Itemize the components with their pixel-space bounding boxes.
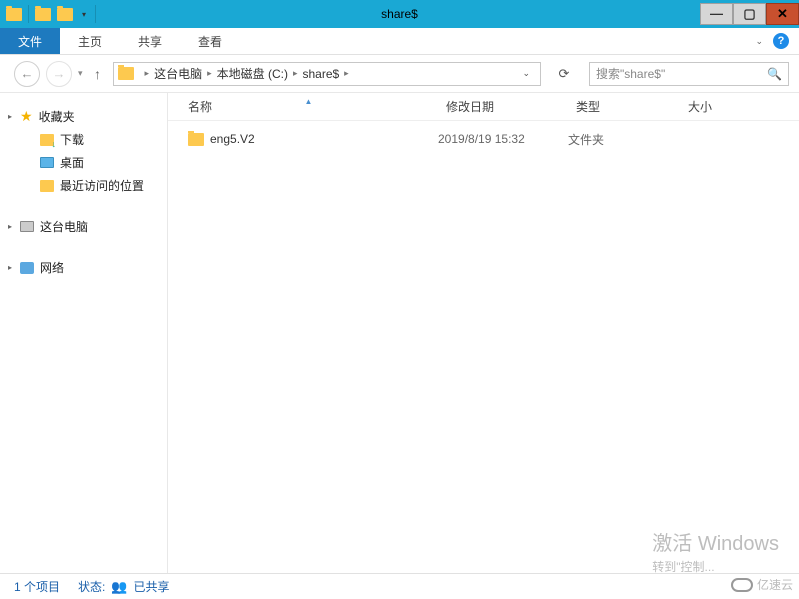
qat-dropdown-icon[interactable]: ▾ [79,9,89,19]
location-folder-icon [118,67,134,80]
collapse-icon[interactable]: ▸ [8,222,12,231]
maximize-button[interactable]: ▢ [733,3,766,25]
collapse-icon[interactable]: ▸ [8,112,12,121]
people-icon: 👥 [111,579,127,595]
navigation-pane: ▸ ★ 收藏夹 下载 桌面 最近访问的位置 ▸ 这台电脑 [0,93,168,573]
file-date-cell: 2019/8/19 15:32 [438,132,568,146]
favorites-group: ▸ ★ 收藏夹 下载 桌面 最近访问的位置 [0,105,167,197]
forward-button[interactable]: → [46,61,72,87]
minimize-button[interactable]: — [700,3,733,25]
sidebar-label: 收藏夹 [39,108,75,125]
column-header-type[interactable]: 类型 [568,98,680,115]
sidebar-label: 这台电脑 [40,218,88,235]
sort-ascending-icon: ▲ [305,97,313,106]
up-button[interactable]: ↑ [89,65,107,83]
file-tab[interactable]: 文件 [0,28,60,54]
search-icon: 🔍 [767,67,782,81]
computer-icon [20,221,34,232]
column-headers: 名称 ▲ 修改日期 类型 大小 [168,93,799,121]
sidebar-thispc[interactable]: ▸ 这台电脑 [0,215,167,238]
recent-icon [40,180,54,192]
column-header-date[interactable]: 修改日期 [438,98,568,115]
status-value: 已共享 [134,578,170,595]
sidebar-item-label: 下载 [60,131,84,148]
crumb-separator-icon: ▸ [140,68,155,79]
status-bar: 1 个项目 状态: 👥 已共享 [0,573,799,599]
cloud-logo: 亿速云 [731,576,793,593]
help-icon[interactable]: ? [773,33,789,49]
sidebar-item-label: 最近访问的位置 [60,177,144,194]
file-name: eng5.V2 [210,132,255,146]
crumb-separator-icon: ▸ [202,68,217,79]
tab-share[interactable]: 共享 [120,28,180,54]
window-title: share$ [381,7,418,21]
file-list-pane: 名称 ▲ 修改日期 类型 大小 eng5.V2 2019/8/19 15:32 … [168,93,799,573]
downloads-icon [40,134,54,146]
column-header-size[interactable]: 大小 [680,98,799,115]
star-icon: ★ [20,108,33,125]
file-type-cell: 文件夹 [568,131,680,148]
collapse-icon[interactable]: ▸ [8,263,12,272]
address-dropdown-icon[interactable]: ⌄ [516,68,536,79]
breadcrumb-segment[interactable]: 这台电脑 [154,65,202,82]
navigation-bar: ← → ▾ ↑ ▸ 这台电脑 ▸ 本地磁盘 (C:) ▸ share$ ▸ ⌄ … [0,55,799,93]
crumb-separator-icon: ▸ [288,68,303,79]
network-icon [20,262,34,274]
sidebar-label: 网络 [40,259,64,276]
content-area: ▸ ★ 收藏夹 下载 桌面 最近访问的位置 ▸ 这台电脑 [0,93,799,573]
share-status: 状态: 👥 已共享 [78,578,170,595]
breadcrumb-segment[interactable]: 本地磁盘 (C:) [217,65,288,82]
sidebar-item-label: 桌面 [60,154,84,171]
ribbon-tabs: 文件 主页 共享 查看 ⌄ ? [0,28,799,55]
quick-access-toolbar: ▾ [0,5,96,23]
window-controls: — ▢ ✕ [700,4,799,25]
title-bar: ▾ share$ — ▢ ✕ [0,0,799,28]
sidebar-network[interactable]: ▸ 网络 [0,256,167,279]
file-list[interactable]: eng5.V2 2019/8/19 15:32 文件夹 [168,121,799,573]
address-bar[interactable]: ▸ 这台电脑 ▸ 本地磁盘 (C:) ▸ share$ ▸ ⌄ [113,62,541,86]
item-count: 1 个项目 [14,578,60,595]
refresh-button[interactable]: ⟳ [551,62,577,86]
sidebar-item-recent[interactable]: 最近访问的位置 [0,174,167,197]
desktop-icon [40,157,54,168]
crumb-separator-icon: ▸ [339,68,354,79]
sidebar-favorites[interactable]: ▸ ★ 收藏夹 [0,105,167,128]
search-input[interactable]: 搜索"share$" 🔍 [589,62,789,86]
close-button[interactable]: ✕ [766,3,799,25]
column-header-name[interactable]: 名称 ▲ [180,98,438,115]
tab-view[interactable]: 查看 [180,28,240,54]
history-dropdown-icon[interactable]: ▾ [78,68,83,79]
sidebar-item-downloads[interactable]: 下载 [0,128,167,151]
status-label: 状态: [78,578,105,595]
back-button[interactable]: ← [14,61,40,87]
file-row[interactable]: eng5.V2 2019/8/19 15:32 文件夹 [168,127,799,151]
separator [28,5,29,23]
qat-folder-icon[interactable] [35,8,51,21]
app-icon[interactable] [6,8,22,21]
tab-home[interactable]: 主页 [60,28,120,54]
separator [95,5,96,23]
cloud-icon [731,578,753,592]
sidebar-item-desktop[interactable]: 桌面 [0,151,167,174]
search-placeholder: 搜索"share$" [596,65,665,82]
expand-ribbon-icon[interactable]: ⌄ [755,36,763,47]
thispc-group: ▸ 这台电脑 [0,215,167,238]
folder-icon [188,133,204,146]
network-group: ▸ 网络 [0,256,167,279]
qat-folder-icon-2[interactable] [57,8,73,21]
breadcrumb-segment[interactable]: share$ [302,67,339,81]
file-name-cell: eng5.V2 [180,132,438,146]
